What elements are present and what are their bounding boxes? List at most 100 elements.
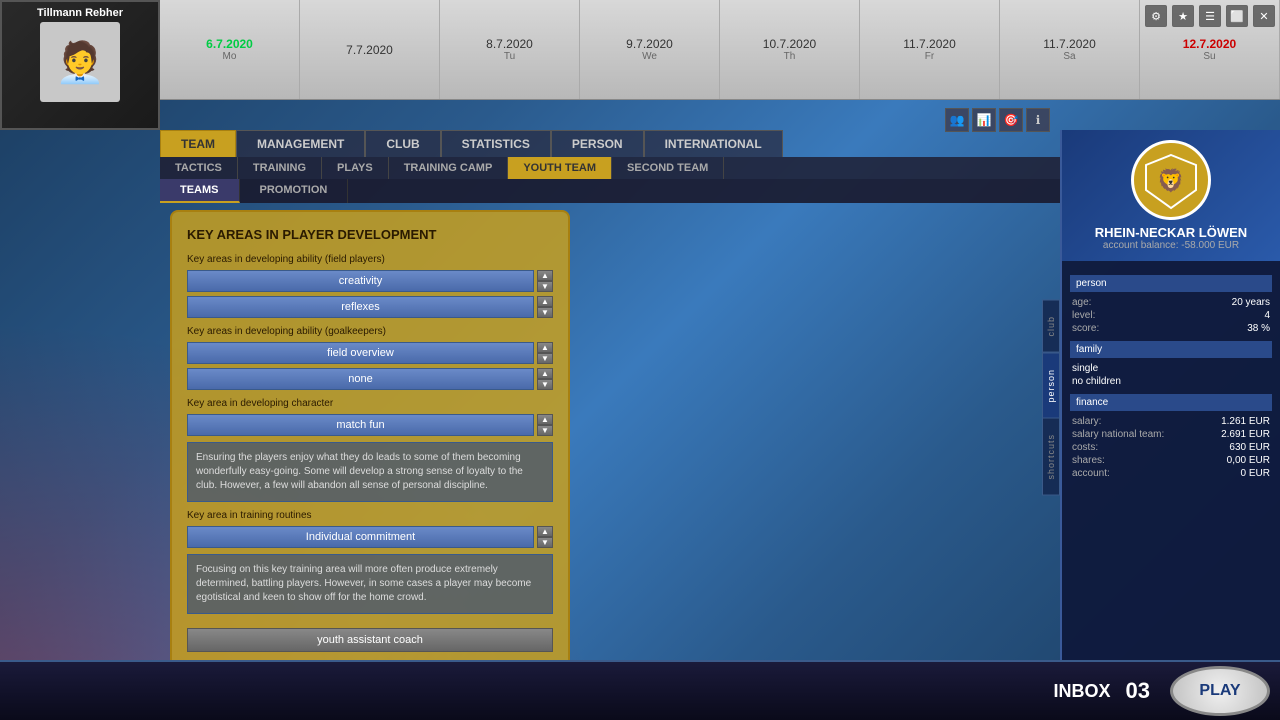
finance-costs-label: costs: [1072, 442, 1098, 453]
skill-bar-field-overview: field overview [187, 342, 534, 364]
small-icons-row: 👥 📊 🎯 ℹ [945, 108, 1050, 132]
skill-bar-match-fun: match fun [187, 414, 534, 436]
person-score-row: score: 38 % [1070, 322, 1272, 335]
calendar-weekday-7: Sa [1063, 51, 1075, 62]
menu-icon[interactable]: ☰ [1199, 5, 1221, 27]
finance-nat-salary-row: salary national team: 2.691 EUR [1070, 428, 1272, 441]
subtab-tactics[interactable]: TACTICS [160, 157, 238, 179]
player-dev-panel: KEY AREAS IN PLAYER DEVELOPMENT Key area… [170, 210, 570, 660]
finance-costs-value: 630 EUR [1229, 442, 1270, 453]
skill-label-field-overview: field overview [327, 347, 394, 359]
inbox-label: INBOX [1054, 681, 1111, 702]
creativity-down-btn[interactable]: ▼ [537, 281, 553, 292]
skill-bar-none: none [187, 368, 534, 390]
calendar-date-8: 12.7.2020 [1183, 37, 1236, 51]
icon-info[interactable]: ℹ [1026, 108, 1050, 132]
window-icon[interactable]: ⬜ [1226, 5, 1248, 27]
calendar-date-7: 11.7.2020 [1043, 37, 1096, 51]
family-children: no children [1072, 376, 1121, 387]
right-panel-content: person age: 20 years level: 4 score: 38 … [1062, 261, 1280, 660]
finance-salary-row: salary: 1.261 EUR [1070, 415, 1272, 428]
subtab-training[interactable]: TRAINING [238, 157, 322, 179]
family-children-row: no children [1070, 375, 1272, 388]
finance-salary-value: 1.261 EUR [1221, 416, 1270, 427]
tab-international[interactable]: INTERNATIONAL [644, 130, 783, 157]
individual-commitment-up-btn[interactable]: ▲ [537, 526, 553, 537]
calendar-weekday-6: Fr [925, 51, 934, 62]
person-age-value: 20 years [1232, 297, 1270, 308]
skill-row-reflexes: reflexes ▲ ▼ [187, 296, 553, 318]
skill-arrows-none: ▲ ▼ [537, 368, 553, 390]
icon-target[interactable]: 🎯 [999, 108, 1023, 132]
calendar-day-4[interactable]: 9.7.2020 We [580, 0, 720, 99]
training-description: Focusing on this key training area will … [187, 554, 553, 614]
thirdtab-teams[interactable]: TEAMS [160, 179, 240, 203]
side-tabs: club person shortcuts [1042, 300, 1060, 496]
skill-arrows-field-overview: ▲ ▼ [537, 342, 553, 364]
field-overview-down-btn[interactable]: ▼ [537, 353, 553, 364]
thirdtab-promotion[interactable]: PROMOTION [240, 179, 349, 203]
calendar-date-4: 9.7.2020 [626, 37, 673, 51]
play-label: PLAY [1199, 682, 1240, 700]
family-status: single [1072, 363, 1098, 374]
subtab-plays[interactable]: PLAYS [322, 157, 389, 179]
skill-row-none: none ▲ ▼ [187, 368, 553, 390]
match-fun-down-btn[interactable]: ▼ [537, 425, 553, 436]
field-overview-up-btn[interactable]: ▲ [537, 342, 553, 353]
top-right-icons: ⚙ ★ ☰ ⬜ ✕ [1145, 5, 1275, 27]
creativity-up-btn[interactable]: ▲ [537, 270, 553, 281]
calendar-day-2[interactable]: 7.7.2020 [300, 0, 440, 99]
subtab-second-team[interactable]: SECOND TEAM [612, 157, 724, 179]
skill-bar-creativity: creativity [187, 270, 534, 292]
youth-assistant-coach-button[interactable]: youth assistant coach [187, 628, 553, 652]
skill-label-none: none [348, 373, 372, 385]
calendar-day-5[interactable]: 10.7.2020 Th [720, 0, 860, 99]
tab-management[interactable]: MANAGEMENT [236, 130, 365, 157]
calendar-day-3[interactable]: 8.7.2020 Tu [440, 0, 580, 99]
play-button[interactable]: PLAY [1170, 666, 1270, 716]
none-down-btn[interactable]: ▼ [537, 379, 553, 390]
match-fun-up-btn[interactable]: ▲ [537, 414, 553, 425]
reflexes-down-btn[interactable]: ▼ [537, 307, 553, 318]
calendar-day-1[interactable]: 6.7.2020 Mo [160, 0, 300, 99]
manager-name: Tillmann Rebher [37, 7, 123, 19]
subtab-youth-team[interactable]: YOUTH TEAM [508, 157, 612, 179]
icon-people[interactable]: 👥 [945, 108, 969, 132]
reflexes-up-btn[interactable]: ▲ [537, 296, 553, 307]
side-tab-club[interactable]: club [1042, 300, 1060, 353]
tab-team[interactable]: TEAM [160, 130, 236, 157]
skill-bar-reflexes: reflexes [187, 296, 534, 318]
skill-row-individual-commitment: Individual commitment ▲ ▼ [187, 526, 553, 548]
close-icon[interactable]: ✕ [1253, 5, 1275, 27]
finance-salary-label: salary: [1072, 416, 1101, 427]
calendar-day-6[interactable]: 11.7.2020 Fr [860, 0, 1000, 99]
settings-icon[interactable]: ⚙ [1145, 5, 1167, 27]
side-tab-person[interactable]: person [1042, 353, 1060, 419]
star-icon[interactable]: ★ [1172, 5, 1194, 27]
finance-costs-row: costs: 630 EUR [1070, 441, 1272, 454]
finance-shares-value: 0,00 EUR [1227, 455, 1270, 466]
none-up-btn[interactable]: ▲ [537, 368, 553, 379]
side-tab-shortcuts[interactable]: shortcuts [1042, 418, 1060, 496]
finance-account-label: account: [1072, 468, 1110, 479]
skill-arrows-creativity: ▲ ▼ [537, 270, 553, 292]
tab-statistics[interactable]: STATISTICS [441, 130, 551, 157]
main-content: KEY AREAS IN PLAYER DEVELOPMENT Key area… [160, 200, 1045, 660]
bottom-bar: INBOX 03 PLAY [0, 660, 1280, 720]
inbox-section: INBOX 03 [1054, 678, 1151, 704]
skill-row-match-fun: match fun ▲ ▼ [187, 414, 553, 436]
person-level-value: 4 [1264, 310, 1270, 321]
svg-text:🦁: 🦁 [1157, 168, 1184, 193]
tab-person[interactable]: PERSON [551, 130, 644, 157]
character-description: Ensuring the players enjoy what they do … [187, 442, 553, 502]
calendar-day-7[interactable]: 11.7.2020 Sa [1000, 0, 1140, 99]
individual-commitment-down-btn[interactable]: ▼ [537, 537, 553, 548]
skill-label-creativity: creativity [339, 275, 382, 287]
subtab-training-camp[interactable]: TRAINING CAMP [389, 157, 509, 179]
finance-nat-salary-value: 2.691 EUR [1221, 429, 1270, 440]
character-label: Key area in developing character [187, 398, 553, 409]
goalkeeper-label: Key areas in developing ability (goalkee… [187, 326, 553, 337]
calendar-weekday-4: We [642, 51, 657, 62]
tab-club[interactable]: CLUB [365, 130, 440, 157]
icon-chart[interactable]: 📊 [972, 108, 996, 132]
